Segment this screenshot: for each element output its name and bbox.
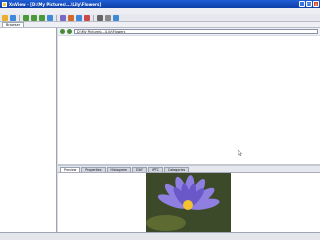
folder-icon[interactable] <box>2 14 8 21</box>
up-icon[interactable] <box>39 14 45 21</box>
window-title: XnView - [D:\My Pictures\...\Lily\Flower… <box>9 1 102 7</box>
preview-pane <box>58 172 320 233</box>
app-icon <box>2 1 7 7</box>
title-bar: XnView - [D:\My Pictures\...\Lily\Flower… <box>0 0 320 8</box>
preview-image <box>146 173 231 233</box>
address-bar: D:\My Pictures\...\Lily\Flowers <box>58 28 320 35</box>
toolbar-separator <box>93 14 94 21</box>
minimize-button[interactable]: _ <box>299 1 305 7</box>
home-icon[interactable] <box>10 14 16 21</box>
status-bar <box>0 232 320 240</box>
toolbar <box>0 14 320 22</box>
help-icon[interactable] <box>113 14 119 21</box>
back-icon[interactable] <box>23 14 29 21</box>
view-icon[interactable] <box>60 14 66 21</box>
address-input[interactable]: D:\My Pictures\...\Lily\Flowers <box>74 29 318 34</box>
mouse-cursor-icon <box>238 150 242 156</box>
slideshow-icon[interactable] <box>76 14 82 21</box>
forward-nav-icon[interactable] <box>67 29 72 34</box>
thumbnail-grid <box>58 36 320 164</box>
tab-browser[interactable]: Browser <box>2 22 25 27</box>
convert-icon[interactable] <box>84 14 90 21</box>
filter-icon[interactable] <box>68 14 74 21</box>
toolbar-separator <box>19 14 20 21</box>
forward-icon[interactable] <box>31 14 37 21</box>
close-button[interactable]: × <box>313 1 319 7</box>
maximize-button[interactable]: □ <box>306 1 312 7</box>
toolbar-separator <box>56 14 57 21</box>
print-icon[interactable] <box>97 14 103 21</box>
settings-icon[interactable] <box>105 14 111 21</box>
back-nav-icon[interactable] <box>60 29 65 34</box>
folder-tree[interactable] <box>0 28 57 232</box>
refresh-icon[interactable] <box>47 14 53 21</box>
